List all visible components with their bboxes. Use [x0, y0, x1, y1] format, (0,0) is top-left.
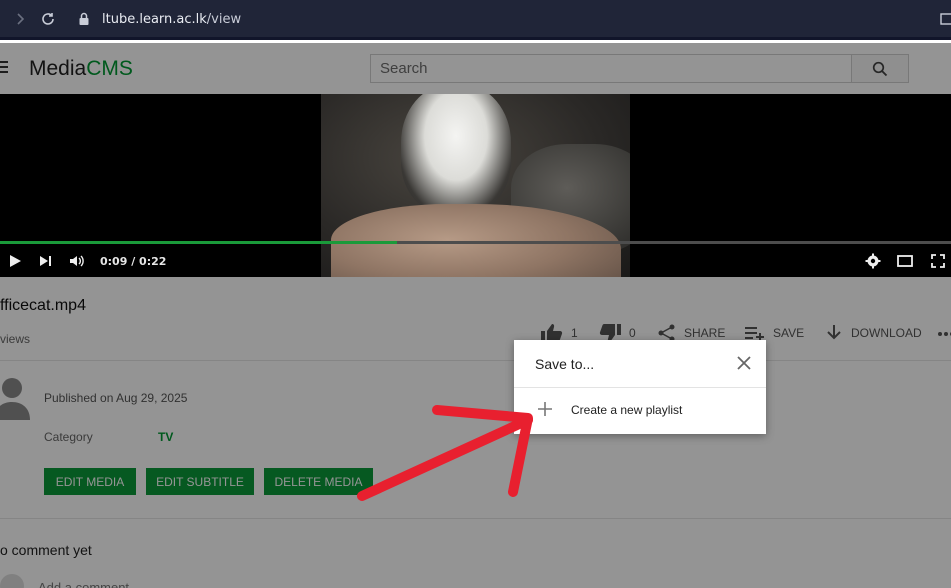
save-to-dialog: Save to... Create a new playlist [514, 340, 766, 434]
lock-icon [79, 12, 89, 25]
next-icon[interactable] [37, 252, 55, 270]
create-playlist-option[interactable]: Create a new playlist [571, 403, 682, 417]
close-icon[interactable] [736, 355, 752, 371]
dialog-title: Save to... [535, 356, 595, 372]
browser-bar: ltube.learn.ac.lk/view [0, 0, 951, 40]
play-icon[interactable] [6, 252, 24, 270]
dialog-divider [514, 387, 766, 388]
url-domain: ltube.learn.ac.lk [102, 12, 207, 27]
url-path: /view [206, 12, 242, 27]
progress-played [0, 241, 397, 244]
reload-icon[interactable] [40, 11, 56, 27]
modal-overlay-header[interactable] [0, 43, 951, 94]
time-display: 0:09 / 0:22 [100, 255, 167, 268]
address-bar[interactable]: ltube.learn.ac.lk/view [102, 12, 241, 27]
video-frame [321, 94, 630, 277]
forward-icon[interactable] [12, 11, 28, 27]
fullscreen-icon[interactable] [929, 252, 947, 270]
modal-overlay[interactable] [0, 277, 951, 588]
settings-icon[interactable] [864, 252, 882, 270]
share-screen-icon[interactable] [939, 11, 951, 27]
plus-icon[interactable] [538, 402, 552, 416]
volume-icon[interactable] [68, 252, 86, 270]
theater-mode-icon[interactable] [896, 252, 914, 270]
